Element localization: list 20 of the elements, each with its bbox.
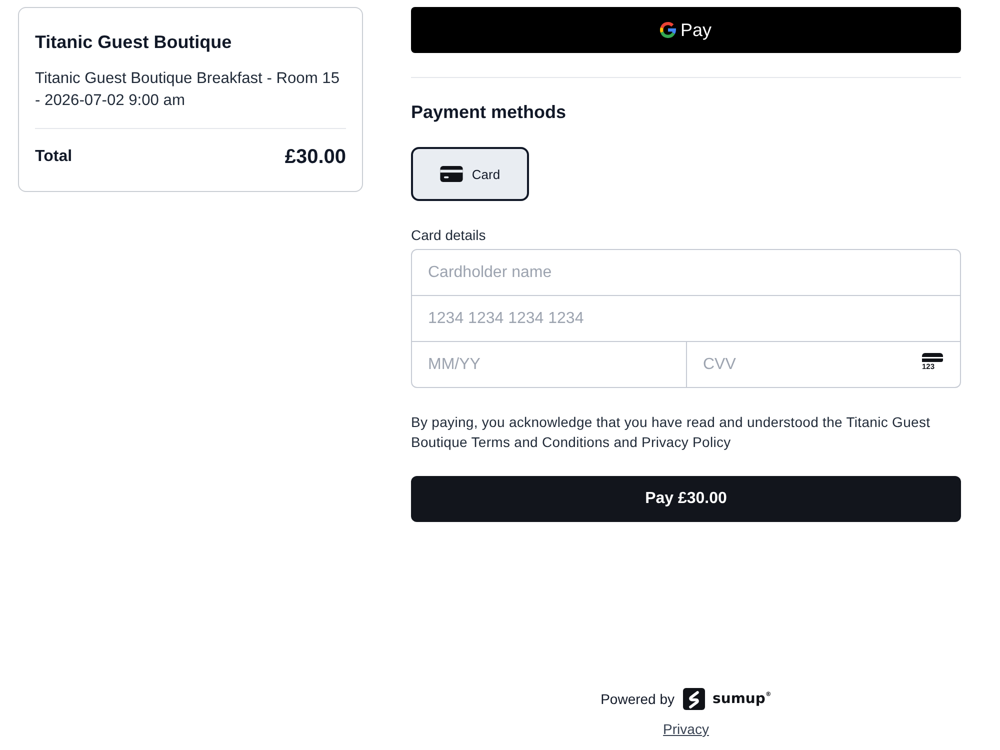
order-description: Titanic Guest Boutique Breakfast - Room 15 - 2026-07-02 9:00 am xyxy=(35,69,341,111)
google-pay-button[interactable]: Pay xyxy=(411,7,961,53)
privacy-link[interactable]: Privacy xyxy=(663,719,709,739)
logo-icon xyxy=(682,688,705,710)
expiry-field[interactable]: MM/YY xyxy=(411,341,687,388)
card-number-field[interactable]: 1234 1234 1234 1234 xyxy=(411,295,961,342)
credit-card-icon xyxy=(440,166,463,182)
total-amount: £30.00 xyxy=(284,146,346,168)
g-logo-icon xyxy=(660,22,676,38)
total-label: Total xyxy=(35,148,72,166)
section-heading: Payment methods xyxy=(411,101,568,124)
field-label: Card details xyxy=(411,226,487,245)
pay-button[interactable]: Pay £30.00 xyxy=(411,476,961,522)
consent-text: By paying, you acknowledge that you have read and understood the Titanic Guest Boutique Terms and Conditions and Privacy Policy xyxy=(411,413,932,452)
powered-by-text: Powered by xyxy=(600,691,675,707)
card-back-icon xyxy=(922,353,943,362)
card-method-tab[interactable]: Card xyxy=(411,147,529,201)
merchant-name: Titanic Guest Boutique xyxy=(35,31,233,54)
brand-wordmark: sumup$^{®}$ xyxy=(712,691,772,707)
cardholder-name-field[interactable]: Cardholder name xyxy=(411,249,961,296)
